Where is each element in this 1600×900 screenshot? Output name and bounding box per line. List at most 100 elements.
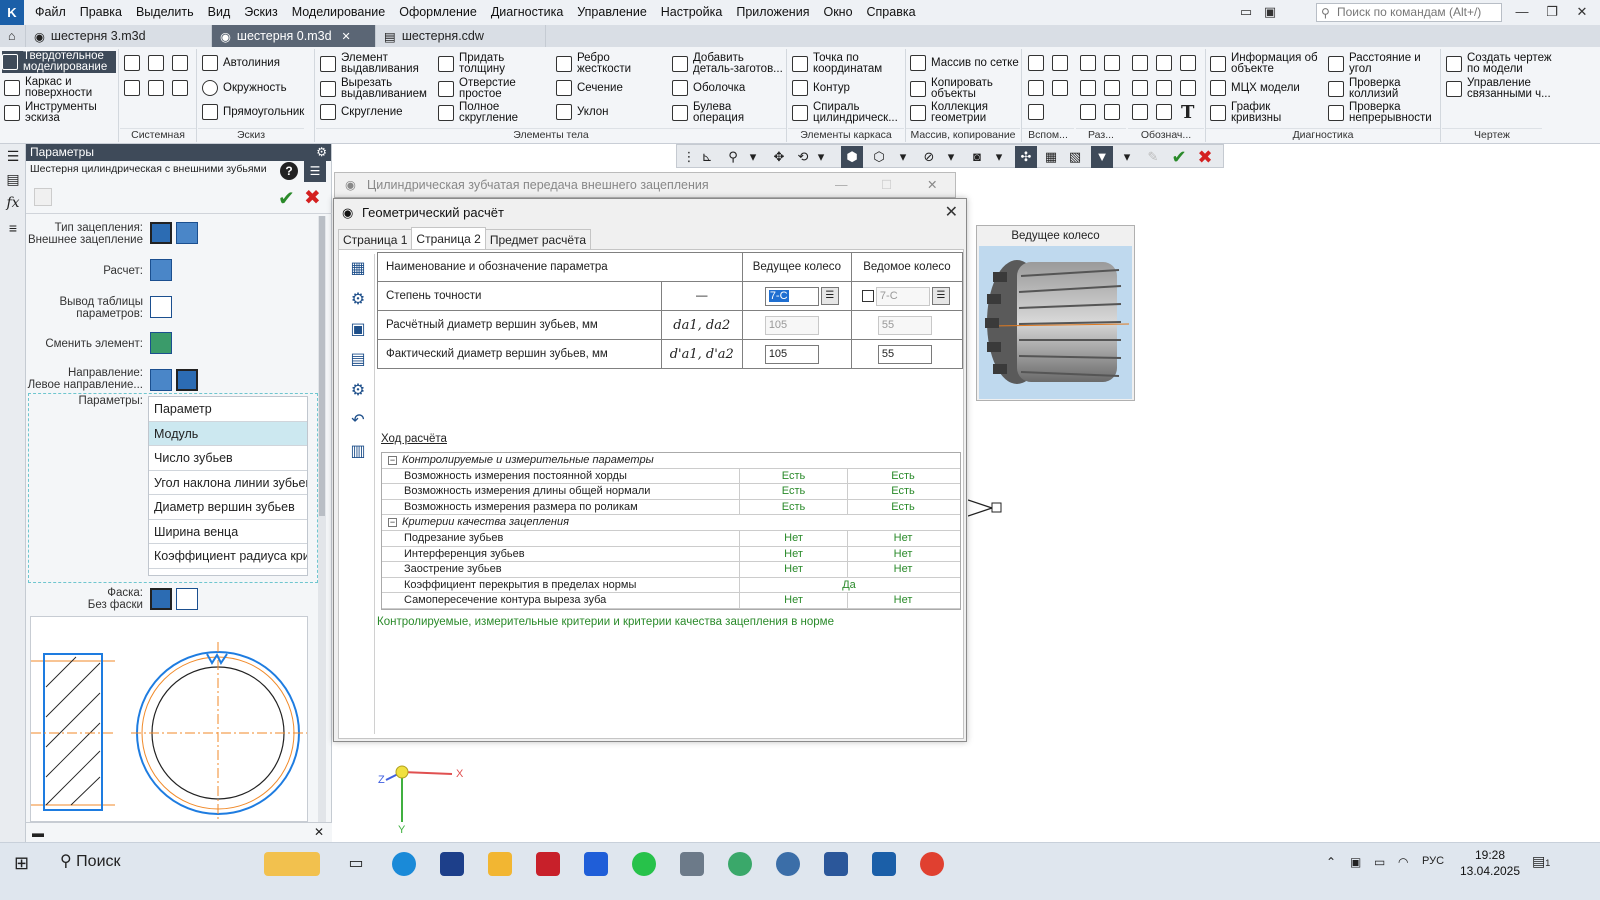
taskbar-search[interactable]: ⚲ Поиск (60, 851, 121, 871)
snap-2-icon[interactable]: ▦ (1043, 149, 1059, 165)
gear-icon[interactable]: ⚙ (349, 291, 367, 309)
close-app-button[interactable]: ✕ (1570, 2, 1594, 22)
text-icon[interactable]: T (1181, 102, 1194, 123)
checklist-icon[interactable]: ▥ (349, 443, 367, 461)
desig-icon-1[interactable] (1132, 55, 1148, 71)
menu-item-12[interactable]: Справка (860, 0, 923, 25)
mode-solid-modeling[interactable]: Твердотельное моделирование (2, 50, 116, 73)
menu-item-9[interactable]: Настройка (654, 0, 730, 25)
tray-icon-1[interactable]: ▣ (1350, 855, 1361, 869)
print-icon[interactable] (148, 80, 164, 96)
desig-icon-6[interactable] (1180, 80, 1196, 96)
menu-item-4[interactable]: Эскиз (237, 0, 284, 25)
curvature-button[interactable]: График кривизны (1210, 101, 1314, 124)
mode-sketch-tools[interactable]: Инструменты эскиза (4, 101, 116, 124)
copy-objects-button[interactable]: Копировать объекты (910, 77, 1014, 100)
chevron-down-icon[interactable]: ▾ (813, 149, 829, 165)
orient-icon[interactable]: ⊾ (699, 149, 715, 165)
tab-doc-3[interactable]: ▤ шестерня.cdw (376, 25, 546, 47)
accuracy-driven-checkbox[interactable] (861, 290, 874, 302)
snap-3-icon[interactable]: ▧ (1067, 149, 1083, 165)
shaded-view-icon[interactable]: ⬢ (841, 146, 863, 168)
ozon-icon[interactable] (584, 852, 608, 876)
desig-icon-8[interactable] (1156, 104, 1172, 120)
cut-extrude-button[interactable]: Вырезать выдавливанием (320, 77, 430, 100)
collision-button[interactable]: Проверка коллизий (1328, 77, 1428, 100)
edge-icon[interactable] (392, 852, 416, 876)
tab-subject[interactable]: Предмет расчёта (484, 229, 592, 249)
snap-icon[interactable]: ✣ (1015, 146, 1037, 168)
param-list-item[interactable]: Угол наклона линии зубьев (149, 471, 307, 495)
whatsapp-icon[interactable] (632, 852, 656, 876)
new-file-icon[interactable] (124, 55, 140, 71)
right-direction-icon[interactable] (150, 369, 172, 391)
camera-app-icon[interactable] (536, 852, 560, 876)
aux-icon-3[interactable] (1028, 80, 1044, 96)
close-dialog-button[interactable]: ✕ (945, 199, 958, 227)
cancel-icon[interactable]: ✖ (1197, 148, 1213, 166)
explorer-icon[interactable] (488, 852, 512, 876)
menu-item-7[interactable]: Диагностика (484, 0, 570, 25)
chevron-down-icon[interactable]: ▾ (943, 149, 959, 165)
chevron-down-icon[interactable]: ▾ (895, 149, 911, 165)
aux-icon-5[interactable] (1028, 104, 1044, 120)
comment-icon[interactable]: ▬ (32, 826, 44, 840)
chevron-down-icon[interactable]: ▾ (745, 149, 761, 165)
home-tab[interactable]: ⌂ (0, 25, 26, 47)
wireframe-icon[interactable]: ⬡ (871, 149, 887, 165)
menu-item-8[interactable]: Управление (570, 0, 654, 25)
geometry-collection-button[interactable]: Коллекция геометрии (910, 101, 1014, 124)
results-group-header[interactable]: − Контролируемые и измерительные параметр… (382, 453, 960, 469)
linked-drawings-button[interactable]: Управление связанными ч... (1446, 77, 1562, 100)
close-panel-icon[interactable]: ✕ (314, 825, 324, 839)
menu-item-2[interactable]: Выделить (129, 0, 201, 25)
create-drawing-button[interactable]: Создать чертеж по модели (1446, 52, 1562, 75)
chevron-down-icon[interactable]: ▾ (1119, 149, 1135, 165)
boolean-button[interactable]: Булева операция (672, 101, 772, 124)
contour-button[interactable]: Контур (792, 80, 850, 96)
params-list[interactable]: Параметр Модуль Число зубьев Угол наклона л… (148, 396, 308, 576)
menu-item-3[interactable]: Вид (201, 0, 238, 25)
desig-icon-7[interactable] (1132, 104, 1148, 120)
yandex-icon[interactable] (776, 852, 800, 876)
param-list-item[interactable]: Параметр (149, 397, 307, 422)
lingvo-icon[interactable] (440, 852, 464, 876)
aux-icon-4[interactable] (1052, 80, 1068, 96)
info-button[interactable]: Информация об объекте (1210, 52, 1324, 75)
pan-icon[interactable]: ✥ (771, 149, 787, 165)
param-list-item[interactable]: Ширина венца (149, 520, 307, 544)
param-list-item[interactable]: Число зубьев (149, 446, 307, 471)
close-button[interactable]: ✕ (927, 173, 937, 197)
autoline-button[interactable]: Автолиния (202, 55, 280, 71)
wifi-icon[interactable]: ◠ (1398, 855, 1408, 869)
pin-icon[interactable] (34, 188, 52, 206)
collapse-icon[interactable]: − (388, 456, 397, 465)
word-icon[interactable] (824, 852, 848, 876)
notification-icon[interactable]: ▤1 (1532, 853, 1550, 870)
report-icon[interactable]: ▤ (349, 351, 367, 369)
section-button[interactable]: Сечение (556, 80, 623, 96)
rotate-icon[interactable]: ⟲ (795, 149, 811, 165)
raz-icon-3[interactable] (1080, 80, 1096, 96)
tab-page-1[interactable]: Страница 1 (338, 229, 413, 249)
menu-item-6[interactable]: Оформление (392, 0, 484, 25)
kompas-icon[interactable] (872, 852, 896, 876)
new-icon-2[interactable] (124, 80, 140, 96)
no-chamfer-icon[interactable] (150, 588, 172, 610)
window-mode-icon[interactable]: ▣ (1258, 2, 1282, 22)
fillet-button[interactable]: Скругление (320, 104, 403, 120)
raz-icon-4[interactable] (1104, 80, 1120, 96)
aux-icon-1[interactable] (1028, 55, 1044, 71)
distance-button[interactable]: Расстояние и угол (1328, 52, 1438, 75)
raz-icon-1[interactable] (1080, 55, 1096, 71)
command-search-input[interactable]: ⚲ Поиск по командам (Alt+/) (1316, 3, 1502, 22)
thicken-button[interactable]: Придать толщину (438, 52, 538, 75)
desig-icon-4[interactable] (1132, 80, 1148, 96)
hole-button[interactable]: Отверстие простое (438, 77, 538, 100)
menu-item-1[interactable]: Правка (73, 0, 129, 25)
ok-icon[interactable]: ✔ (1171, 148, 1187, 166)
open-file-icon[interactable] (148, 55, 164, 71)
desig-icon-5[interactable] (1156, 80, 1172, 96)
tree-icon[interactable]: ☰ (5, 148, 21, 164)
raz-icon-6[interactable] (1104, 104, 1120, 120)
